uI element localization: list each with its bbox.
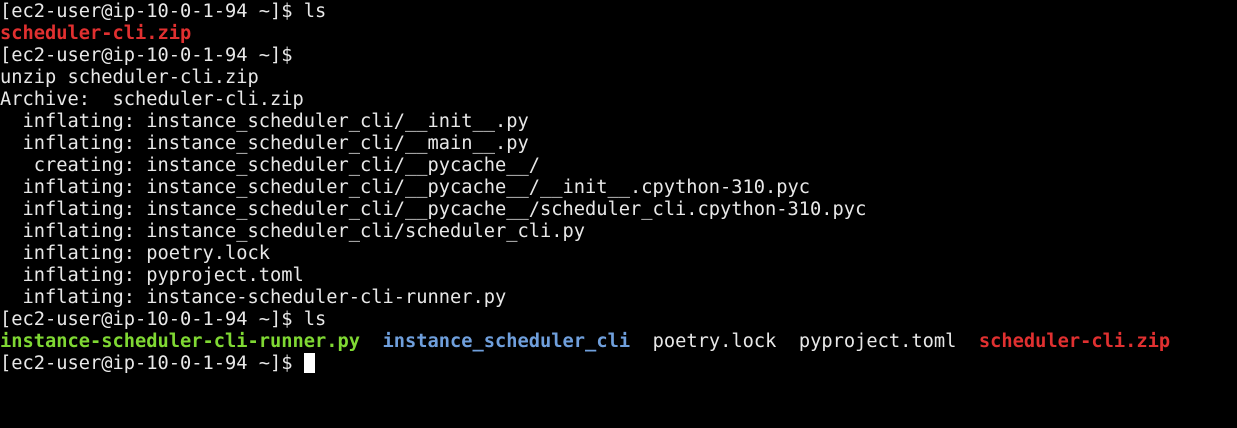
- shell-prompt: [ec2-user@ip-10-0-1-94 ~]$: [0, 45, 293, 66]
- terminal-window[interactable]: [ec2-user@ip-10-0-1-94 ~]$ ls scheduler-…: [0, 0, 1237, 428]
- output-line: inflating: instance_scheduler_cli/__pyca…: [0, 177, 1237, 199]
- output-text: creating: instance_scheduler_cli/__pycac…: [0, 155, 541, 176]
- output-text: inflating: instance_scheduler_cli/__main…: [0, 133, 529, 154]
- output-line: inflating: instance_scheduler_cli/__pyca…: [0, 199, 1237, 221]
- output-text: Archive: scheduler-cli.zip: [0, 89, 304, 110]
- command-text: ls: [303, 1, 327, 22]
- ls-listing: instance-scheduler-cli-runner.py instanc…: [0, 331, 1237, 353]
- prompt-line: [ec2-user@ip-10-0-1-94 ~]$ ls: [0, 1, 1237, 23]
- listing-entry-pyproject: pyproject.toml: [798, 331, 957, 352]
- output-text: inflating: pyproject.toml: [0, 265, 304, 286]
- output-text: inflating: poetry.lock: [0, 243, 271, 264]
- prompt-line: [ec2-user@ip-10-0-1-94 ~]$: [0, 45, 1237, 67]
- command-line: unzip scheduler-cli.zip: [0, 67, 1237, 89]
- listing-entry-poetry-lock: poetry.lock: [652, 331, 777, 352]
- output-line: inflating: poetry.lock: [0, 243, 1237, 265]
- listing-entry-zip: scheduler-cli.zip: [978, 331, 1171, 352]
- output-text: inflating: instance_scheduler_cli/__init…: [0, 111, 529, 132]
- output-line: inflating: instance-scheduler-cli-runner…: [0, 287, 1237, 309]
- text-cursor[interactable]: [303, 353, 315, 373]
- output-text: inflating: instance_scheduler_cli/schedu…: [0, 221, 586, 242]
- output-line: inflating: instance_scheduler_cli/schedu…: [0, 221, 1237, 243]
- listing-entry-directory: instance_scheduler_cli: [382, 331, 631, 352]
- output-text: inflating: instance_scheduler_cli/__pyca…: [0, 177, 811, 198]
- listing-entry-runner-script: instance-scheduler-cli-runner.py: [0, 331, 361, 352]
- output-text: inflating: instance-scheduler-cli-runner…: [0, 287, 507, 308]
- shell-prompt: [ec2-user@ip-10-0-1-94 ~]$: [0, 1, 304, 22]
- command-text: unzip scheduler-cli.zip: [0, 67, 259, 88]
- output-line: creating: instance_scheduler_cli/__pycac…: [0, 155, 1237, 177]
- output-line: inflating: instance_scheduler_cli/__main…: [0, 133, 1237, 155]
- prompt-line: [ec2-user@ip-10-0-1-94 ~]$ ls: [0, 309, 1237, 331]
- active-prompt-line[interactable]: [ec2-user@ip-10-0-1-94 ~]$: [0, 353, 1237, 375]
- zip-file-entry: scheduler-cli.zip: [0, 23, 192, 44]
- command-text: ls: [303, 309, 327, 330]
- shell-prompt: [ec2-user@ip-10-0-1-94 ~]$: [0, 353, 304, 374]
- output-line: scheduler-cli.zip: [0, 23, 1237, 45]
- output-line: inflating: instance_scheduler_cli/__init…: [0, 111, 1237, 133]
- shell-prompt: [ec2-user@ip-10-0-1-94 ~]$: [0, 309, 304, 330]
- output-line: inflating: pyproject.toml: [0, 265, 1237, 287]
- output-text: inflating: instance_scheduler_cli/__pyca…: [0, 199, 867, 220]
- output-line: Archive: scheduler-cli.zip: [0, 89, 1237, 111]
